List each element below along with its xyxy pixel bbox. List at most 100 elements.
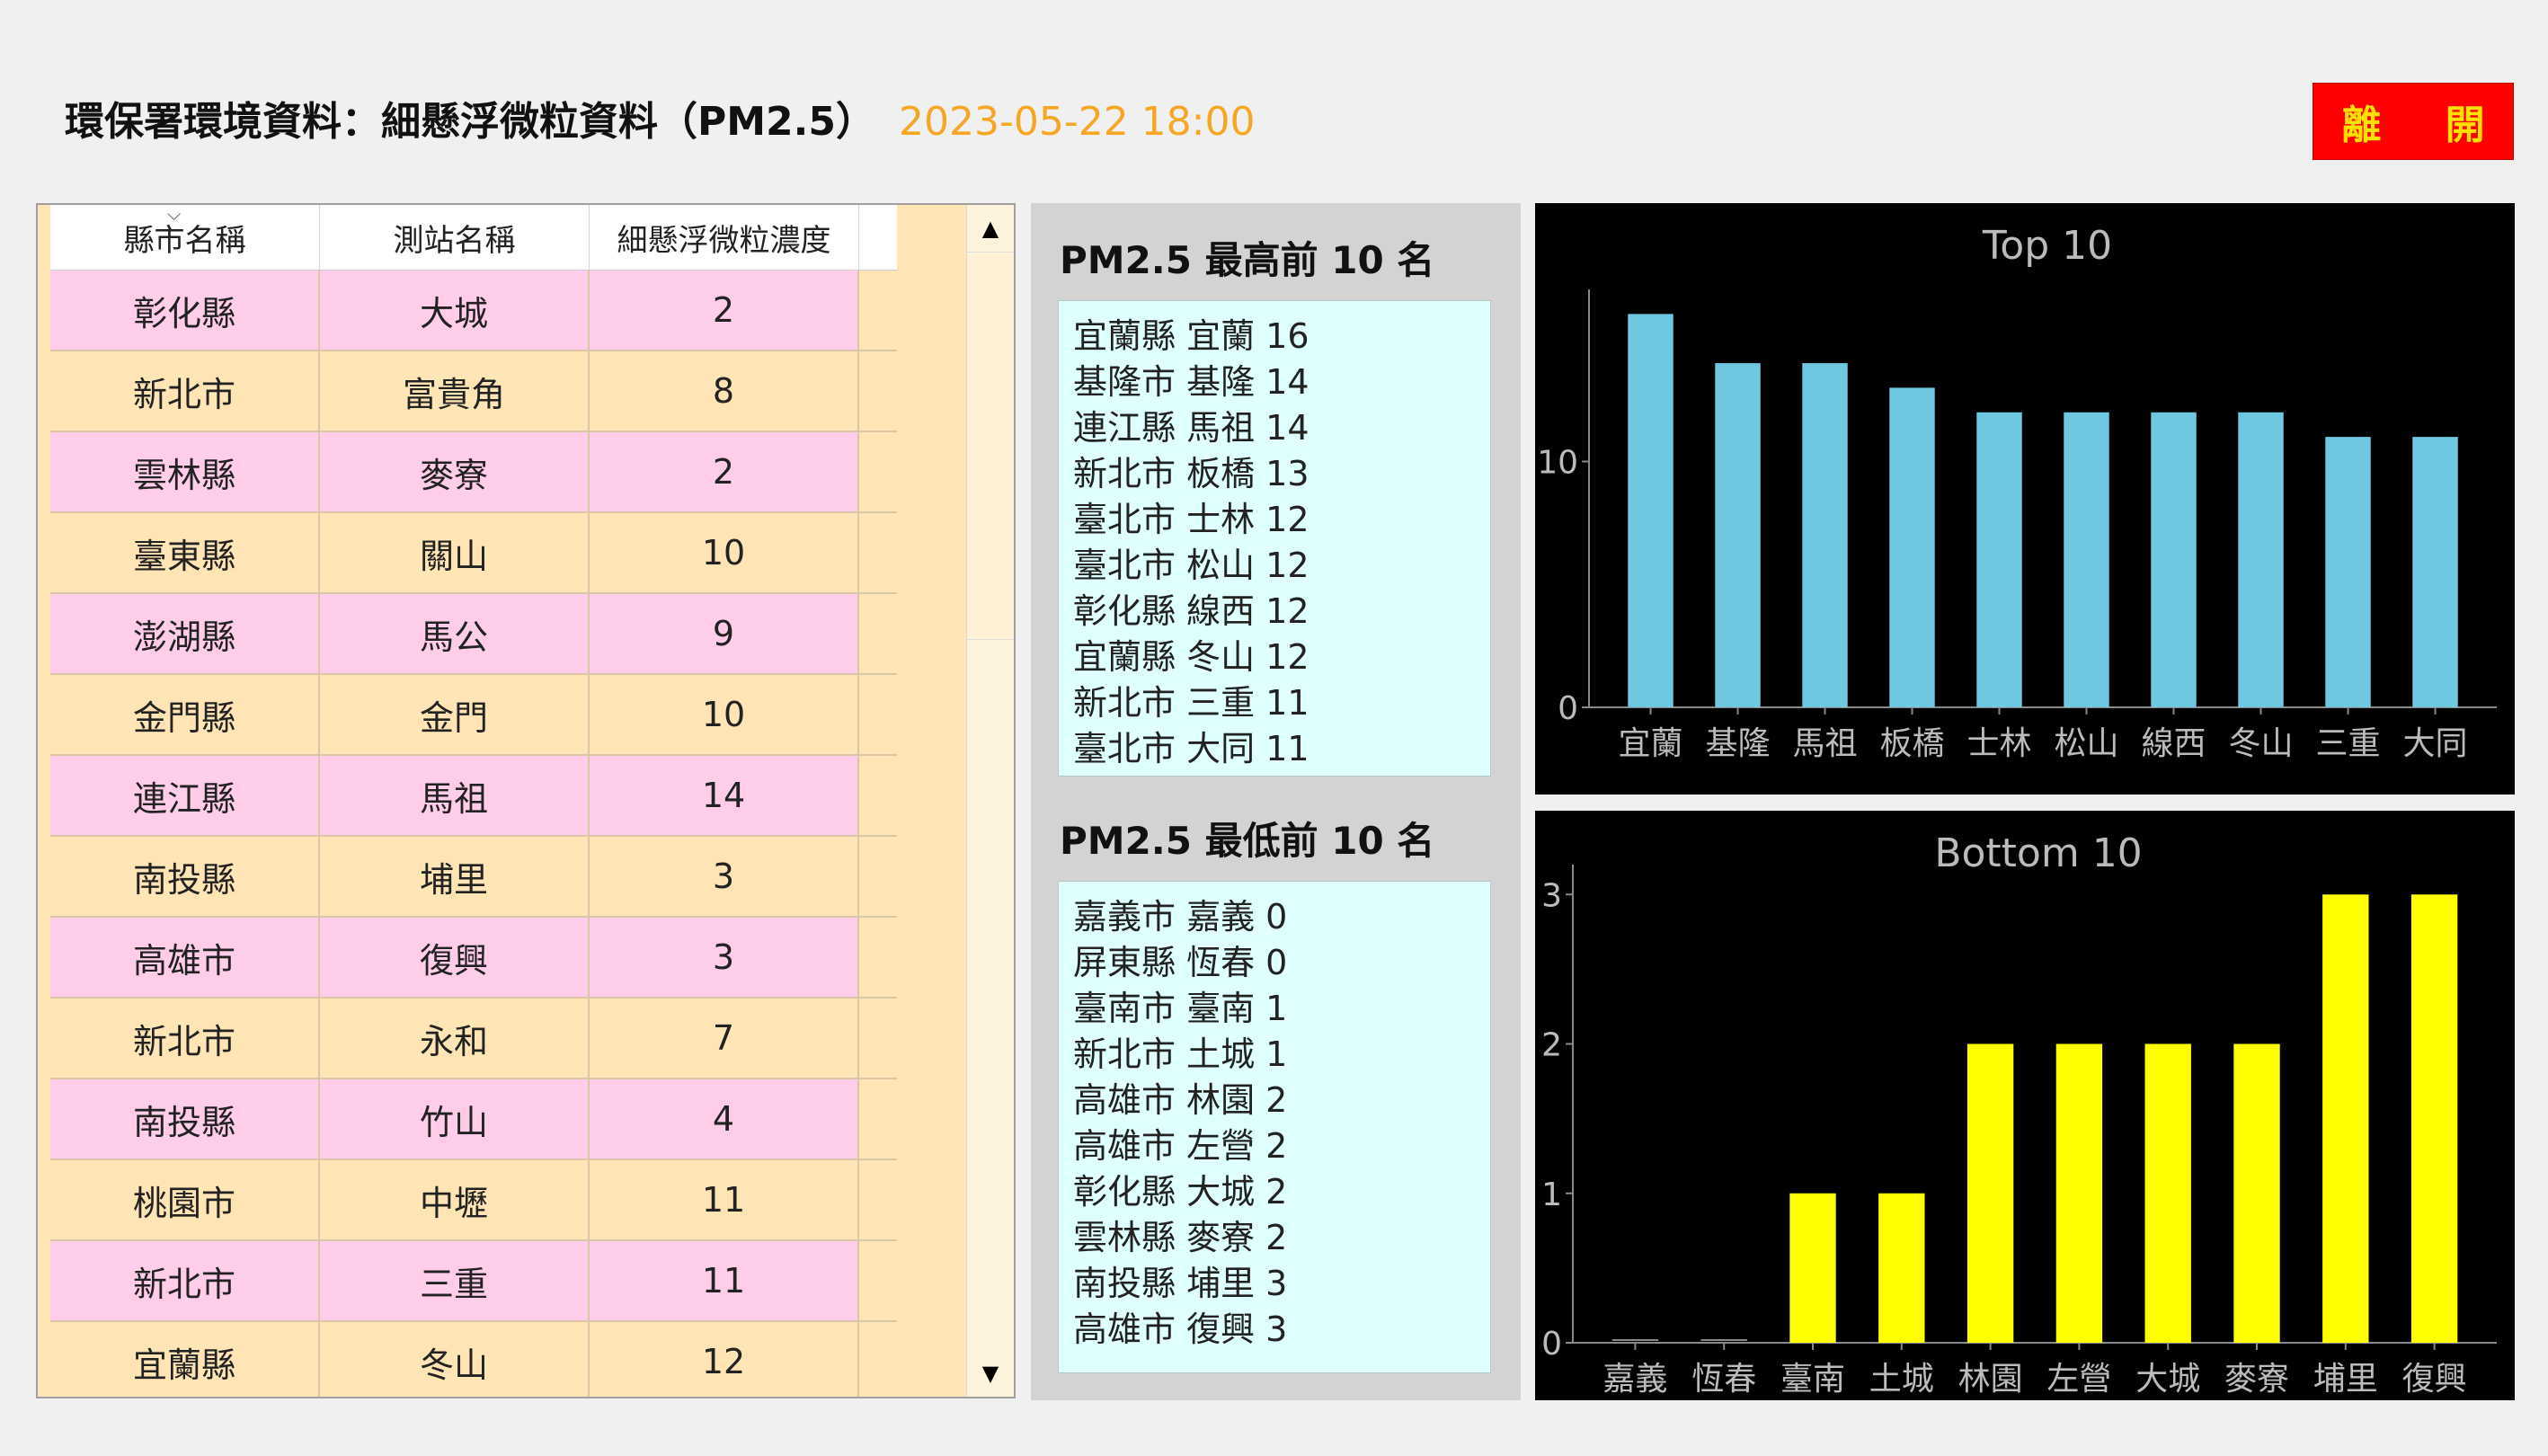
list-item[interactable]: 宜蘭縣 宜蘭 16 [1073,314,1490,360]
y-tick-label: 1 [1541,1176,1562,1213]
cell-county: 高雄市 [50,918,320,997]
bar [2322,894,2369,1343]
cell-concentration: 4 [590,1079,859,1159]
scroll-down-arrow-icon[interactable]: ▼ [967,1350,1014,1397]
cell-county: 南投縣 [50,1079,320,1159]
cell-concentration: 2 [590,271,859,350]
cell-station: 馬祖 [320,756,590,835]
x-tick-label: 大同 [2402,725,2467,762]
cell-concentration: 11 [590,1241,859,1320]
cell-concentration: 14 [590,756,859,835]
table-row[interactable]: 新北市 永和 7 [50,999,897,1079]
column-header-concentration[interactable]: 細懸浮微粒濃度 [590,205,859,270]
bar [1715,363,1761,707]
list-item[interactable]: 嘉義市 嘉義 0 [1073,894,1490,940]
bottom10-heading: PM2.5 最低前 10 名 [1060,819,1435,863]
cell-county: 桃園市 [50,1160,320,1239]
bar [2410,894,2458,1343]
list-item[interactable]: 高雄市 林園 2 [1073,1078,1490,1123]
list-item[interactable]: 雲林縣 麥寮 2 [1073,1215,1490,1261]
x-tick-label: 麥寮 [2224,1361,2289,1398]
chart-title: Bottom 10 [1934,830,2142,876]
top10-panel: PM2.5 最高前 10 名 宜蘭縣 宜蘭 16 基隆市 基隆 14 連江縣 馬祖 … [1031,203,1521,791]
pm25-data-table[interactable]: ⌵ 縣市名稱 測站名稱 細懸浮微粒濃度 彰化縣 大城 2 新北市 富貴角 8 雲林縣 麥寮 2 臺東… [36,203,1016,1398]
table-row[interactable]: 澎湖縣 馬公 9 [50,594,897,675]
cell-concentration: 3 [590,918,859,997]
bar [2055,1043,2103,1343]
top10-heading: PM2.5 最高前 10 名 [1060,238,1435,282]
table-row[interactable]: 彰化縣 大城 2 [50,271,897,351]
list-item[interactable]: 臺北市 大同 11 [1073,726,1490,772]
cell-county: 南投縣 [50,837,320,916]
table-row[interactable]: 雲林縣 麥寮 2 [50,432,897,513]
list-item[interactable]: 臺南市 臺南 1 [1073,986,1490,1032]
scrollbar-thumb[interactable] [967,252,1014,640]
title-text: 環保署環境資料：細懸浮微粒資料（PM2.5） [65,99,875,145]
bar [1878,1193,1925,1343]
page-title: 環保署環境資料：細懸浮微粒資料（PM2.5） 2023-05-22 18:00 [65,90,1255,155]
scroll-up-arrow-icon[interactable]: ▲ [967,205,1014,252]
top10-listbox[interactable]: 宜蘭縣 宜蘭 16 基隆市 基隆 14 連江縣 馬祖 14 新北市 板橋 13 臺北市 … [1058,300,1491,777]
x-tick-label: 宜蘭 [1618,725,1682,762]
exit-button[interactable]: 離 開 [2313,83,2514,160]
bar [1789,1193,1836,1343]
bar [1976,412,2022,707]
list-item[interactable]: 彰化縣 線西 12 [1073,589,1490,635]
cell-concentration: 11 [590,1160,859,1239]
chart-title: Top 10 [1982,223,2112,269]
cell-concentration: 8 [590,351,859,431]
bottom10-listbox[interactable]: 嘉義市 嘉義 0 屏東縣 恆春 0 臺南市 臺南 1 新北市 土城 1 高雄市 林園 2… [1058,881,1491,1373]
cell-concentration: 9 [590,594,859,673]
table-row[interactable]: 高雄市 復興 3 [50,918,897,999]
table-row[interactable]: 桃園市 中壢 11 [50,1160,897,1241]
column-header-county[interactable]: ⌵ 縣市名稱 [50,205,320,270]
bar [2144,1043,2191,1343]
table-body: 彰化縣 大城 2 新北市 富貴角 8 雲林縣 麥寮 2 臺東縣 關山 10 澎湖縣 馬公 9 金門縣 金門 10 連… [50,271,897,1397]
list-item[interactable]: 南投縣 埔里 3 [1073,1261,1490,1307]
cell-concentration: 12 [590,1322,859,1397]
list-item[interactable]: 基隆市 基隆 14 [1073,360,1490,405]
x-tick-label: 士林 [1966,725,2031,762]
x-tick-label: 三重 [2315,725,2380,762]
cell-county: 臺東縣 [50,513,320,592]
list-item[interactable]: 新北市 板橋 13 [1073,451,1490,497]
x-tick-label: 臺南 [1780,1361,1845,1398]
table-row[interactable]: 金門縣 金門 10 [50,675,897,756]
table-row[interactable]: 南投縣 埔里 3 [50,837,897,918]
list-item[interactable]: 高雄市 左營 2 [1073,1123,1490,1169]
update-datetime: 2023-05-22 18:00 [898,99,1256,145]
x-tick-label: 林園 [1958,1361,2023,1398]
table-row[interactable]: 臺東縣 關山 10 [50,513,897,594]
list-item[interactable]: 新北市 土城 1 [1073,1032,1490,1078]
list-item[interactable]: 高雄市 復興 3 [1073,1307,1490,1353]
list-item[interactable]: 新北市 三重 11 [1073,680,1490,726]
cell-county: 金門縣 [50,675,320,754]
x-tick-label: 恆春 [1691,1361,1756,1398]
column-header-station[interactable]: 測站名稱 [320,205,590,270]
bar [2412,437,2458,707]
cell-station: 竹山 [320,1079,590,1159]
table-row[interactable]: 宜蘭縣 冬山 12 [50,1322,897,1397]
table-scrollbar[interactable]: ▲ ▼ [966,205,1014,1397]
table-row[interactable]: 新北市 富貴角 8 [50,351,897,432]
x-tick-label: 土城 [1869,1361,1934,1398]
bottom10-panel: PM2.5 最低前 10 名 嘉義市 嘉義 0 屏東縣 恆春 0 臺南市 臺南 1新… [1031,780,1521,1400]
cell-station: 關山 [320,513,590,592]
table-row[interactable]: 南投縣 竹山 4 [50,1079,897,1160]
table-row[interactable]: 新北市 三重 11 [50,1241,897,1322]
list-item[interactable]: 彰化縣 大城 2 [1073,1169,1490,1215]
x-tick-label: 松山 [2054,725,2118,762]
x-tick-label: 復興 [2402,1361,2467,1398]
y-tick-label: 0 [1558,690,1578,727]
table-row[interactable]: 連江縣 馬祖 14 [50,756,897,837]
cell-concentration: 7 [590,999,859,1078]
list-item[interactable]: 宜蘭縣 冬山 12 [1073,635,1490,680]
cell-station: 富貴角 [320,351,590,431]
list-item[interactable]: 臺北市 士林 12 [1073,497,1490,543]
y-tick-label: 0 [1541,1326,1562,1363]
list-item[interactable]: 臺北市 松山 12 [1073,543,1490,589]
list-item[interactable]: 連江縣 馬祖 14 [1073,405,1490,451]
cell-concentration: 10 [590,675,859,754]
list-item[interactable]: 屏東縣 恆春 0 [1073,940,1490,986]
bottom10-chart: Bottom 10 0 1 2 3 嘉義 恆春 臺南 土城 林園 左營 大城 麥寮 埔里 復興 [1535,811,2515,1400]
